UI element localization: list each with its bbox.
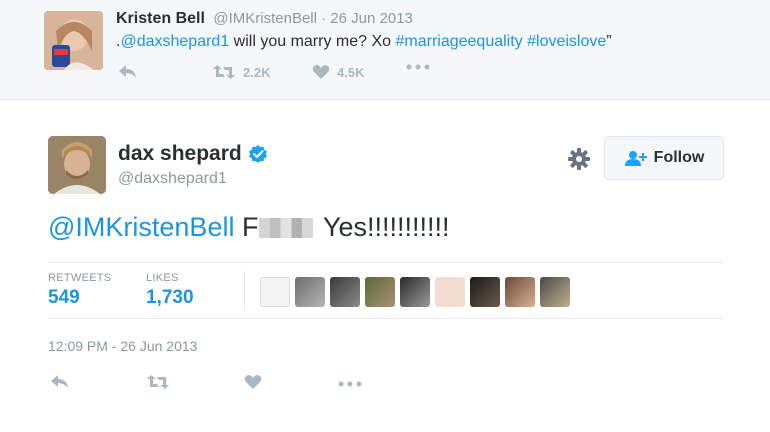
retweets-stat[interactable]: RETWEETS 549 [48,272,112,309]
quoted-tweet-header: Kristen Bell @IMKristenBell · 26 Jun 201… [116,10,413,28]
more-button[interactable] [338,381,362,387]
avatar-image [44,11,103,70]
gear-icon [568,148,590,170]
follow-button[interactable]: Follow [604,136,724,180]
liker-avatar[interactable] [260,277,290,307]
author-name-row: dax shepard [118,142,268,166]
retweet-button[interactable] [146,374,170,390]
verified-badge-icon [248,145,267,163]
mention-link[interactable]: @IMKristenBell [48,212,234,243]
censored-blur [259,217,314,238]
liker-avatar[interactable] [470,277,500,307]
liker-avatar[interactable] [365,277,395,307]
settings-button[interactable] [566,146,592,172]
more-icon [406,64,430,70]
dax-avatar[interactable] [48,136,106,194]
likes-count: 1,730 [146,287,194,308]
tweet-text: @IMKristenBell F Yes!!!!!!!!!!! [48,212,450,243]
liker-avatars [260,277,570,307]
tweet-stats: RETWEETS 549 LIKES 1,730 [48,262,724,319]
reply-icon [119,65,136,78]
mention-link[interactable]: @daxshepard1 [120,33,229,50]
liker-avatar[interactable] [295,277,325,307]
hashtag-loveislove[interactable]: #loveislove [527,33,606,50]
more-button[interactable] [406,64,430,70]
reply-button[interactable] [118,64,138,80]
quoted-author-handle[interactable]: @IMKristenBell [213,10,317,27]
retweet-icon [147,375,169,389]
retweets-label: RETWEETS [48,272,112,284]
liker-avatar[interactable] [330,277,360,307]
retweet-button[interactable]: 2.2K [212,64,270,80]
tweet-text-rest: Yes!!!!!!!!!!! [323,212,450,242]
text-body: will you marry me? Xo [229,33,396,50]
like-button[interactable] [244,374,262,390]
kristen-avatar[interactable] [44,11,103,70]
heart-icon [312,65,330,79]
quoted-tweet-text: .@daxshepard1 will you marry me? Xo #mar… [116,33,612,51]
heart-icon [244,375,262,389]
quoted-author-name[interactable]: Kristen Bell [116,10,205,27]
liker-avatar[interactable] [540,277,570,307]
reply-button[interactable] [50,374,70,390]
liker-avatar[interactable] [435,277,465,307]
liker-avatar[interactable] [505,277,535,307]
like-count: 4.5K [337,64,365,80]
liker-avatar[interactable] [400,277,430,307]
likes-label: LIKES [146,272,179,284]
more-icon [338,381,362,387]
retweet-count: 2.2K [243,64,271,80]
quoted-date[interactable]: 26 Jun 2013 [330,10,413,27]
hashtag-marriageequality[interactable]: #marriageequality [395,33,522,50]
follow-label: Follow [653,149,705,166]
separator-dot: · [316,10,331,27]
censored-word-prefix: F [241,212,259,242]
likes-stat[interactable]: LIKES 1,730 [146,272,194,309]
text-suffix: ” [606,33,612,50]
quoted-tweet[interactable]: Kristen Bell @IMKristenBell · 26 Jun 201… [0,0,770,100]
tweet-timestamp[interactable]: 12:09 PM - 26 Jun 2013 [48,338,197,354]
retweets-count: 549 [48,287,80,308]
like-button[interactable]: 4.5K [312,64,364,80]
avatar-image [48,136,106,194]
reply-icon [51,375,68,388]
author-name[interactable]: dax shepard [118,142,242,166]
author-handle[interactable]: @daxshepard1 [118,170,227,188]
retweet-icon [213,65,235,79]
add-user-icon [624,151,647,166]
stats-divider [244,271,245,311]
